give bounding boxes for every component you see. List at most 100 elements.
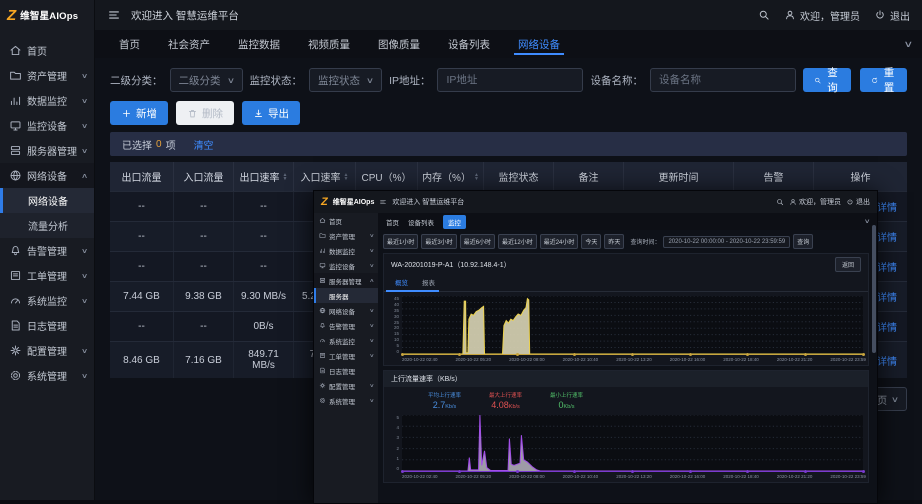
device-name-input[interactable] — [650, 68, 796, 92]
clear-selection-link[interactable]: 清空 — [194, 137, 214, 152]
sidebar-item-资产管理[interactable]: 资产管理∨ — [314, 228, 378, 243]
sidebar-item-label: 监控设备 — [329, 261, 370, 271]
query-time-range[interactable]: 2020-10-22 00:00:00 - 2020-10-22 23:59:5… — [663, 236, 790, 248]
column-header-更新时间: 更新时间 — [624, 162, 734, 191]
sidebar-item-系统监控[interactable]: 系统监控∨ — [314, 333, 378, 348]
chevron-down-icon: ∨ — [81, 347, 88, 355]
tab-社会资产[interactable]: 社会资产 — [154, 30, 224, 58]
column-header-内存（%）[interactable]: 内存（%）▲▼ — [418, 162, 484, 191]
axis-marker-dot — [631, 470, 634, 473]
sidebar-item-告警管理[interactable]: 告警管理∨ — [0, 238, 94, 263]
popup-tab-首页[interactable]: 首页 — [386, 217, 399, 227]
sidebar-item-label: 首页 — [27, 43, 87, 58]
popup-search-icon[interactable] — [776, 198, 784, 206]
sidebar-item-数据监控[interactable]: 数据监控∨ — [314, 243, 378, 258]
sidebar-item-资产管理[interactable]: 资产管理∨ — [0, 63, 94, 88]
column-header-入口速率[interactable]: 入口速率▲▼ — [294, 162, 356, 191]
status-select[interactable]: 监控状态 ∨ — [309, 68, 382, 92]
sidebar-subitem-服务器[interactable]: 服务器 — [314, 288, 378, 303]
tab-监控数据[interactable]: 监控数据 — [224, 30, 294, 58]
chart-tab-报表[interactable]: 报表 — [421, 275, 436, 291]
popup-query-button[interactable]: 查询 — [793, 234, 813, 249]
reset-button[interactable]: 重置 — [860, 68, 908, 92]
user-menu[interactable]: 欢迎，管理员 — [784, 8, 860, 23]
chart-tab-概览[interactable]: 概览 — [394, 275, 409, 291]
sidebar-item-服务器管理[interactable]: 服务器管理∨ — [0, 138, 94, 163]
export-button[interactable]: 导出 — [242, 101, 300, 125]
search-icon[interactable] — [758, 9, 770, 21]
time-range-button-最近3小时[interactable]: 最近3小时 — [421, 234, 456, 249]
popup-user-menu[interactable]: 欢迎，管理员 — [789, 197, 841, 207]
row-detail-link[interactable]: 详情 — [877, 353, 897, 368]
sidebar-subitem-网络设备[interactable]: 网络设备 — [0, 188, 94, 213]
sidebar-item-数据监控[interactable]: 数据监控∨ — [0, 88, 94, 113]
sidebar-item-系统管理[interactable]: 系统管理∨ — [0, 363, 94, 388]
time-range-button-最近12小时[interactable]: 最近12小时 — [498, 234, 537, 249]
sidebar-item-首页[interactable]: 首页 — [314, 213, 378, 228]
tab-首页[interactable]: 首页 — [105, 30, 154, 58]
server-icon — [9, 144, 22, 157]
time-range-button-最近24小时[interactable]: 最近24小时 — [540, 234, 579, 249]
sidebar-item-label: 服务器管理 — [329, 276, 370, 286]
tab-视频质量[interactable]: 视频质量 — [294, 30, 364, 58]
sidebar-item-日志管理[interactable]: 日志管理 — [314, 363, 378, 378]
status-select-value: 监控状态 — [318, 73, 360, 88]
tab-网络设备[interactable]: 网络设备 — [504, 30, 574, 58]
sidebar-item-配置管理[interactable]: 配置管理∨ — [0, 338, 94, 363]
sort-icon[interactable]: ▲▼ — [283, 173, 288, 181]
row-detail-link[interactable]: 详情 — [877, 199, 897, 214]
back-button[interactable]: 返回 — [835, 257, 861, 272]
sidebar-item-label: 工单管理 — [27, 268, 82, 283]
time-range-button-昨天[interactable]: 昨天 — [604, 234, 624, 249]
sidebar-item-服务器管理[interactable]: 服务器管理∧ — [314, 273, 378, 288]
row-detail-link[interactable]: 详情 — [877, 289, 897, 304]
logout-button[interactable]: 退出 — [874, 8, 910, 23]
collapse-menu-icon[interactable] — [107, 8, 121, 22]
sidebar-item-系统监控[interactable]: 系统监控∨ — [0, 288, 94, 313]
popup-tabs-overflow-chevron-icon[interactable]: ∨ — [863, 218, 870, 225]
search-button[interactable]: 查询 — [803, 68, 851, 92]
popup-tab-监控[interactable]: 监控 — [443, 215, 466, 229]
x-tick-label: 2020-10-22 16:00 — [670, 357, 706, 362]
sidebar-item-工单管理[interactable]: 工单管理∨ — [0, 263, 94, 288]
tab-图像质量[interactable]: 图像质量 — [364, 30, 434, 58]
sidebar-item-配置管理[interactable]: 配置管理∨ — [314, 378, 378, 393]
sidebar-item-label: 配置管理 — [27, 343, 82, 358]
axis-marker-dot — [516, 353, 519, 356]
rate-stat-value: 2.7Kb/s — [428, 400, 461, 410]
sidebar-subitem-流量分析[interactable]: 流量分析 — [0, 213, 94, 238]
add-button[interactable]: 新增 — [110, 101, 168, 125]
sidebar-item-网络设备[interactable]: 网络设备∧ — [0, 163, 94, 188]
ip-label: IP地址： — [389, 73, 430, 88]
popup-collapse-menu-icon[interactable] — [379, 198, 387, 206]
axis-marker-dot — [689, 353, 692, 356]
sidebar-item-首页[interactable]: 首页 — [0, 38, 94, 63]
sidebar-item-工单管理[interactable]: 工单管理∨ — [314, 348, 378, 363]
popup-logout-button[interactable]: 退出 — [846, 197, 870, 207]
table-cell: -- — [234, 222, 294, 251]
category-select[interactable]: 二级分类 ∨ — [170, 68, 243, 92]
sidebar-item-监控设备[interactable]: 监控设备∨ — [0, 113, 94, 138]
sort-icon[interactable]: ▲▼ — [344, 173, 349, 181]
popup-tab-设备列表[interactable]: 设备列表 — [408, 217, 434, 227]
popup-scrollbar-thumb[interactable] — [872, 225, 876, 353]
time-range-button-今天[interactable]: 今天 — [581, 234, 601, 249]
delete-button[interactable]: 删除 — [176, 101, 234, 125]
sidebar-item-系统管理[interactable]: 系统管理∨ — [314, 393, 378, 408]
tabs-overflow-chevron-icon[interactable]: ∨ — [904, 39, 914, 50]
axis-marker-dot — [689, 470, 692, 473]
sort-icon[interactable]: ▲▼ — [474, 173, 479, 181]
time-range-button-最近6小时[interactable]: 最近6小时 — [460, 234, 495, 249]
time-range-button-最近1小时[interactable]: 最近1小时 — [383, 234, 418, 249]
ip-input[interactable] — [437, 68, 583, 92]
sidebar-item-监控设备[interactable]: 监控设备∨ — [314, 258, 378, 273]
sidebar-item-日志管理[interactable]: 日志管理 — [0, 313, 94, 338]
sidebar-item-告警管理[interactable]: 告警管理∨ — [314, 318, 378, 333]
table-cell: -- — [110, 222, 174, 251]
column-header-出口速率[interactable]: 出口速率▲▼ — [234, 162, 294, 191]
row-detail-link[interactable]: 详情 — [877, 229, 897, 244]
tab-设备列表[interactable]: 设备列表 — [434, 30, 504, 58]
row-detail-link[interactable]: 详情 — [877, 259, 897, 274]
sidebar-item-网络设备[interactable]: 网络设备∨ — [314, 303, 378, 318]
row-detail-link[interactable]: 详情 — [877, 319, 897, 334]
